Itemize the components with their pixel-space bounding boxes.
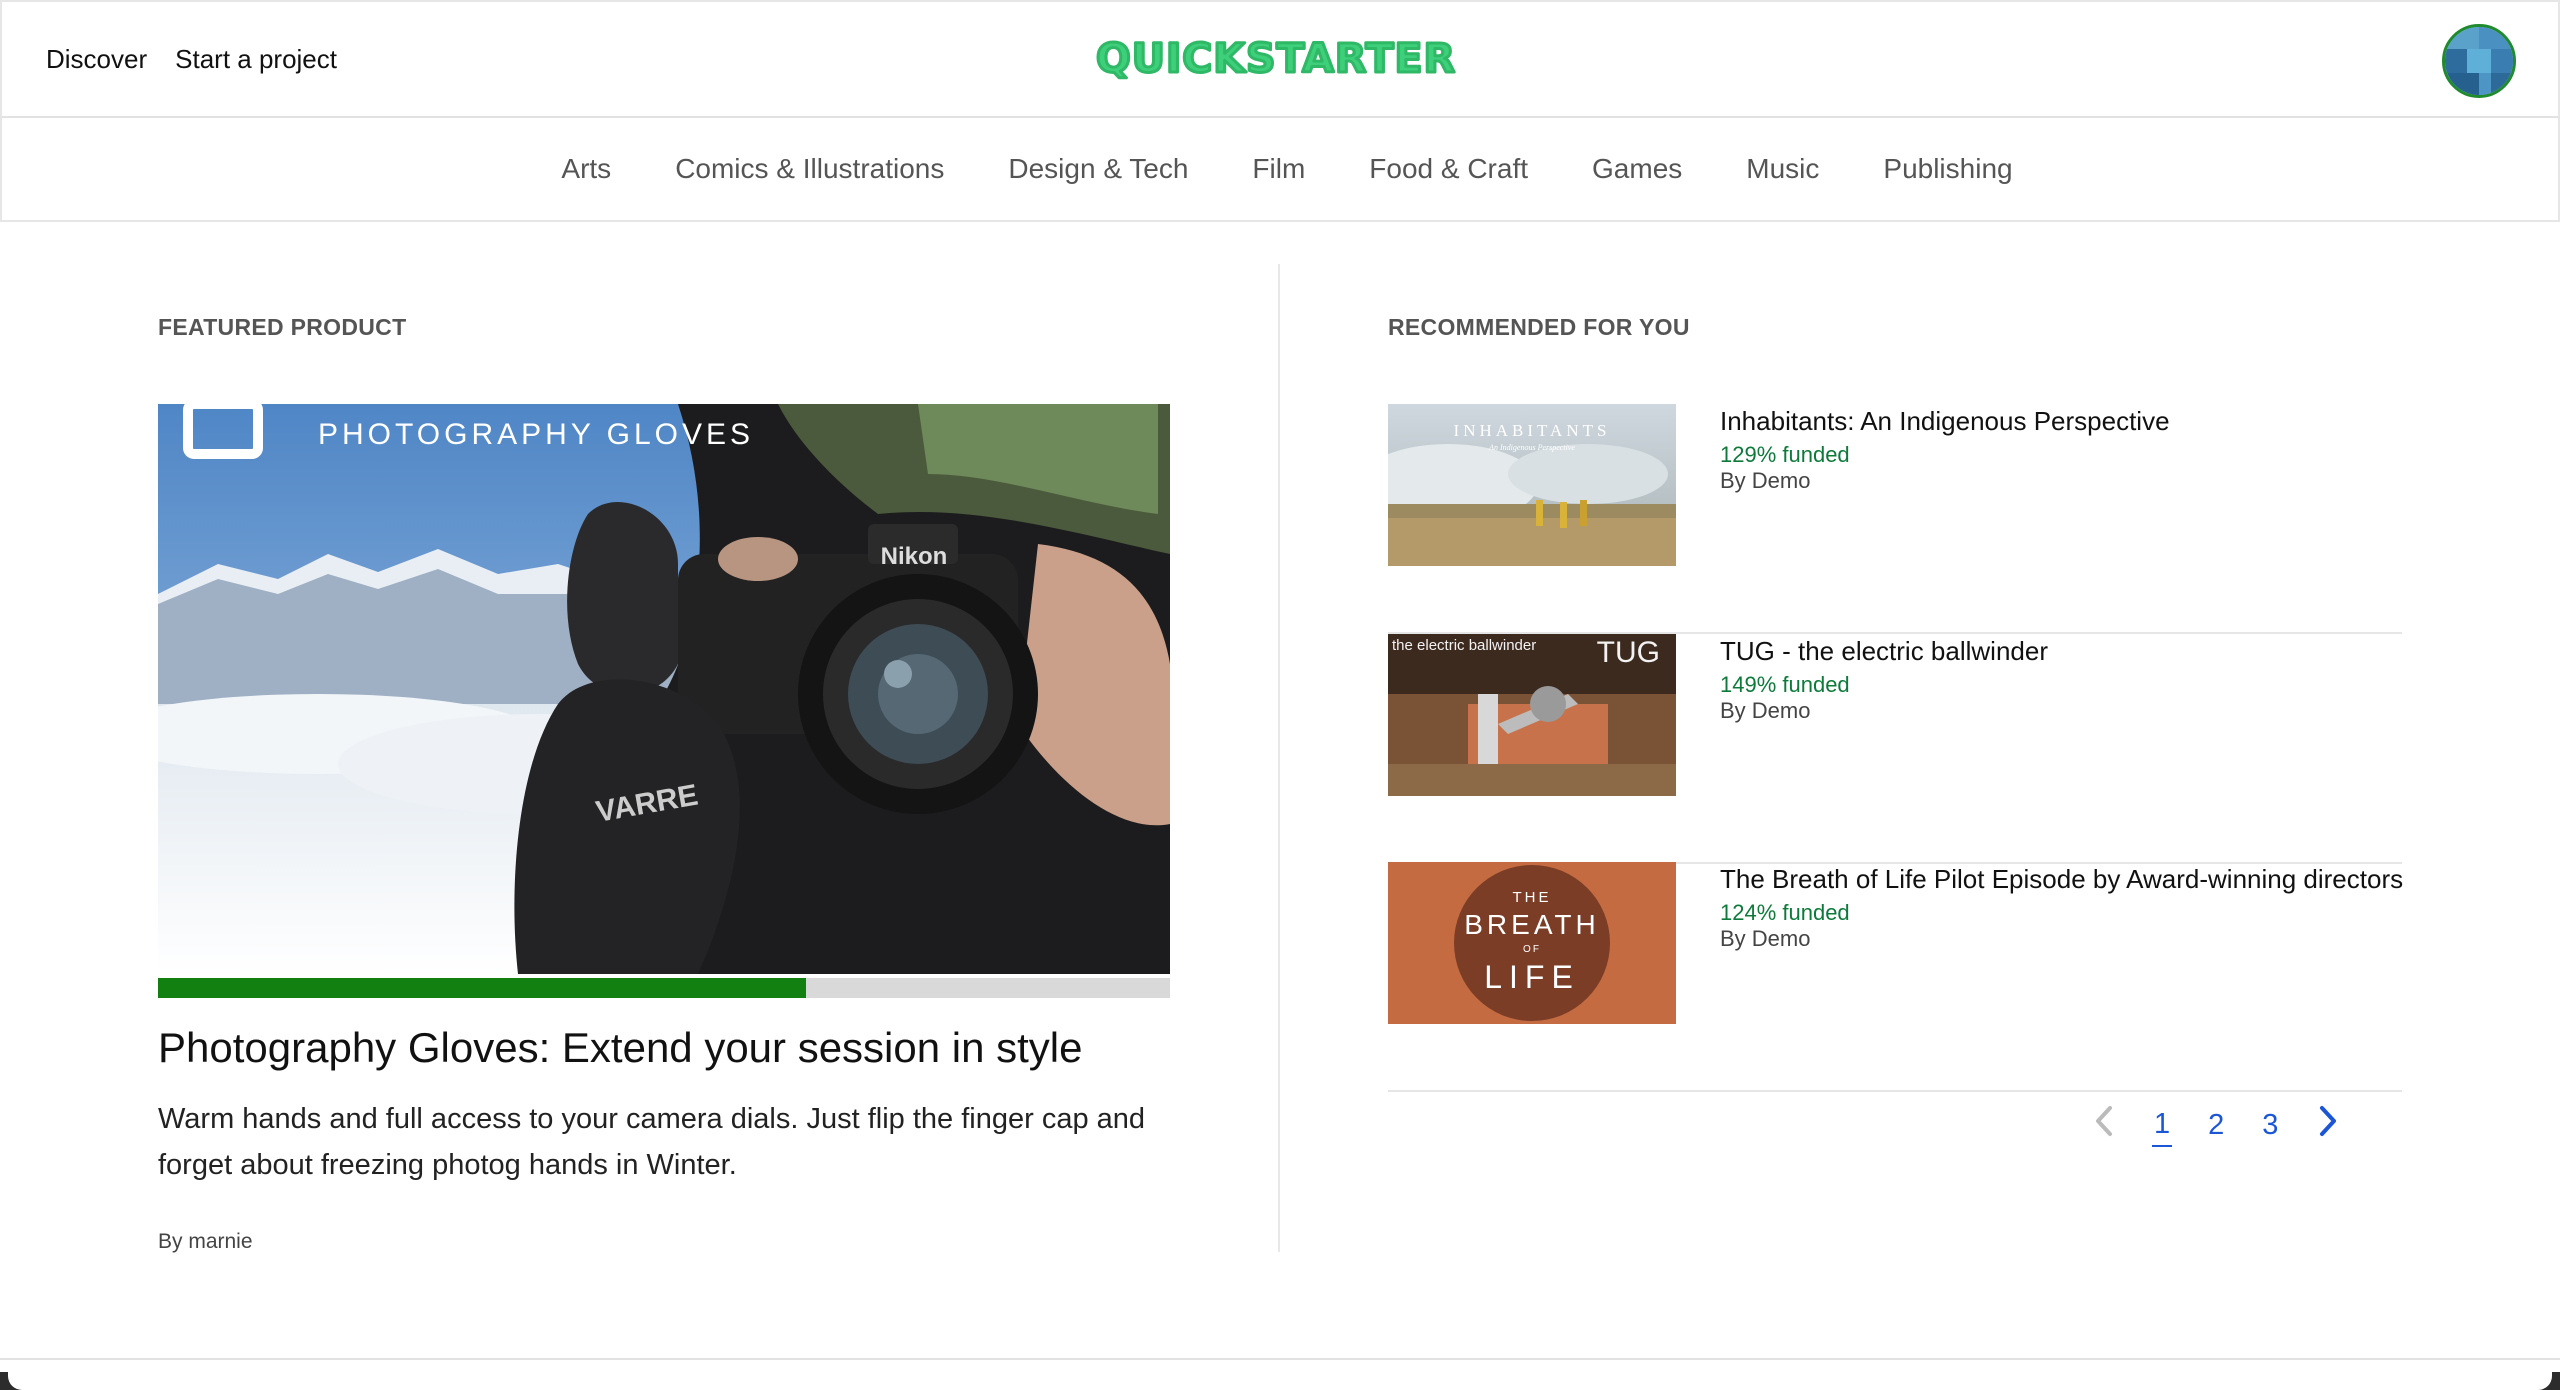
funding-progress-bar (158, 978, 1170, 998)
avatar-image (2445, 27, 2513, 95)
user-avatar[interactable] (2442, 24, 2516, 98)
inhabitants-thumbnail-image: INHABITANTS An Indigenous Perspective (1388, 404, 1676, 566)
previous-page-button[interactable] (2090, 1104, 2118, 1146)
discover-link[interactable]: Discover (46, 44, 147, 75)
recommended-author: By Demo (1720, 468, 1811, 493)
recommended-item[interactable]: the electric ballwinder TUG TUG - the el… (1388, 634, 2402, 864)
featured-photo: Nikon VARRE PHOTOGRAPHY GLOVES (158, 404, 1170, 974)
thumbnail-subtitle: the electric ballwinder (1392, 637, 1536, 654)
recommended-author: By Demo (1720, 698, 1811, 723)
tug-thumbnail-image: the electric ballwinder TUG (1388, 634, 1676, 796)
category-bar: Arts Comics & Illustrations Design & Tec… (0, 118, 2560, 222)
chevron-left-icon (2096, 1106, 2112, 1136)
thumbnail-text-4: LIFE (1484, 959, 1580, 995)
funding-progress-fill (158, 978, 806, 998)
start-project-link[interactable]: Start a project (175, 44, 337, 75)
category-comics-illustrations[interactable]: Comics & Illustrations (675, 153, 944, 185)
recommended-author: By Demo (1720, 926, 1811, 951)
category-games[interactable]: Games (1592, 153, 1682, 185)
recommended-title[interactable]: Inhabitants: An Indigenous Perspective (1720, 406, 2170, 437)
recommended-item[interactable]: THE BREATH OF LIFE The Breath of Life Pi… (1388, 862, 2403, 1092)
category-nav: Arts Comics & Illustrations Design & Tec… (2, 118, 2560, 220)
chevron-right-icon (2320, 1106, 2337, 1136)
featured-author: By marnie (158, 1230, 253, 1253)
featured-image-caption: PHOTOGRAPHY GLOVES (318, 418, 754, 451)
funded-percentage: 129% funded (1720, 442, 1850, 467)
top-bar: Discover Start a project QUICKSTARTER (0, 0, 2560, 118)
top-nav: Discover Start a project (46, 44, 337, 75)
thumbnail-subtitle: An Indigenous Perspective (1488, 443, 1575, 452)
featured-section-label: FEATURED PRODUCT (158, 314, 407, 340)
funded-percentage: 149% funded (1720, 672, 1850, 697)
recommended-item[interactable]: INHABITANTS An Indigenous Perspective In… (1388, 404, 2402, 634)
pagination: 1 2 3 (2090, 1100, 2342, 1150)
quickstarter-logo[interactable]: QUICKSTARTER (1094, 32, 1458, 83)
thumbnail-text-2: BREATH (1464, 909, 1600, 940)
breath-of-life-thumbnail-image: THE BREATH OF LIFE (1388, 862, 1676, 1024)
thumbnail-text-3: OF (1523, 944, 1541, 955)
featured-description: Warm hands and full access to your camer… (158, 1103, 1146, 1181)
category-arts[interactable]: Arts (561, 153, 611, 185)
page-2-button[interactable]: 2 (2206, 1105, 2226, 1146)
page-3-button[interactable]: 3 (2260, 1105, 2280, 1146)
category-publishing[interactable]: Publishing (1883, 153, 2012, 185)
recommended-thumbnail[interactable]: the electric ballwinder TUG (1388, 634, 1676, 796)
category-food-craft[interactable]: Food & Craft (1369, 153, 1528, 185)
category-music[interactable]: Music (1746, 153, 1819, 185)
next-page-button[interactable] (2314, 1104, 2342, 1146)
recommended-thumbnail[interactable]: THE BREATH OF LIFE (1388, 862, 1676, 1024)
camera-brand: Nikon (881, 543, 948, 570)
featured-title[interactable]: Photography Gloves: Extend your session … (158, 1024, 1083, 1072)
page-1-button[interactable]: 1 (2152, 1104, 2173, 1147)
thumbnail-text-1: THE (1513, 889, 1552, 906)
funded-percentage: 124% funded (1720, 900, 1850, 925)
recommended-section-label: RECOMMENDED FOR YOU (1388, 314, 1690, 340)
thumbnail-title: TUG (1597, 636, 1660, 669)
thumbnail-title: INHABITANTS (1454, 421, 1611, 440)
column-divider (1278, 264, 1280, 1252)
featured-image[interactable]: Nikon VARRE PHOTOGRAPHY GLOVES (158, 404, 1170, 974)
recommended-title[interactable]: The Breath of Life Pilot Episode by Awar… (1720, 864, 2403, 895)
logo-text: QUICKSTARTER (1096, 36, 1456, 82)
recommended-title[interactable]: TUG - the electric ballwinder (1720, 636, 2048, 667)
recommended-thumbnail[interactable]: INHABITANTS An Indigenous Perspective (1388, 404, 1676, 566)
category-design-tech[interactable]: Design & Tech (1008, 153, 1188, 185)
window-bottom-edge (0, 1372, 2560, 1390)
category-film[interactable]: Film (1252, 153, 1305, 185)
